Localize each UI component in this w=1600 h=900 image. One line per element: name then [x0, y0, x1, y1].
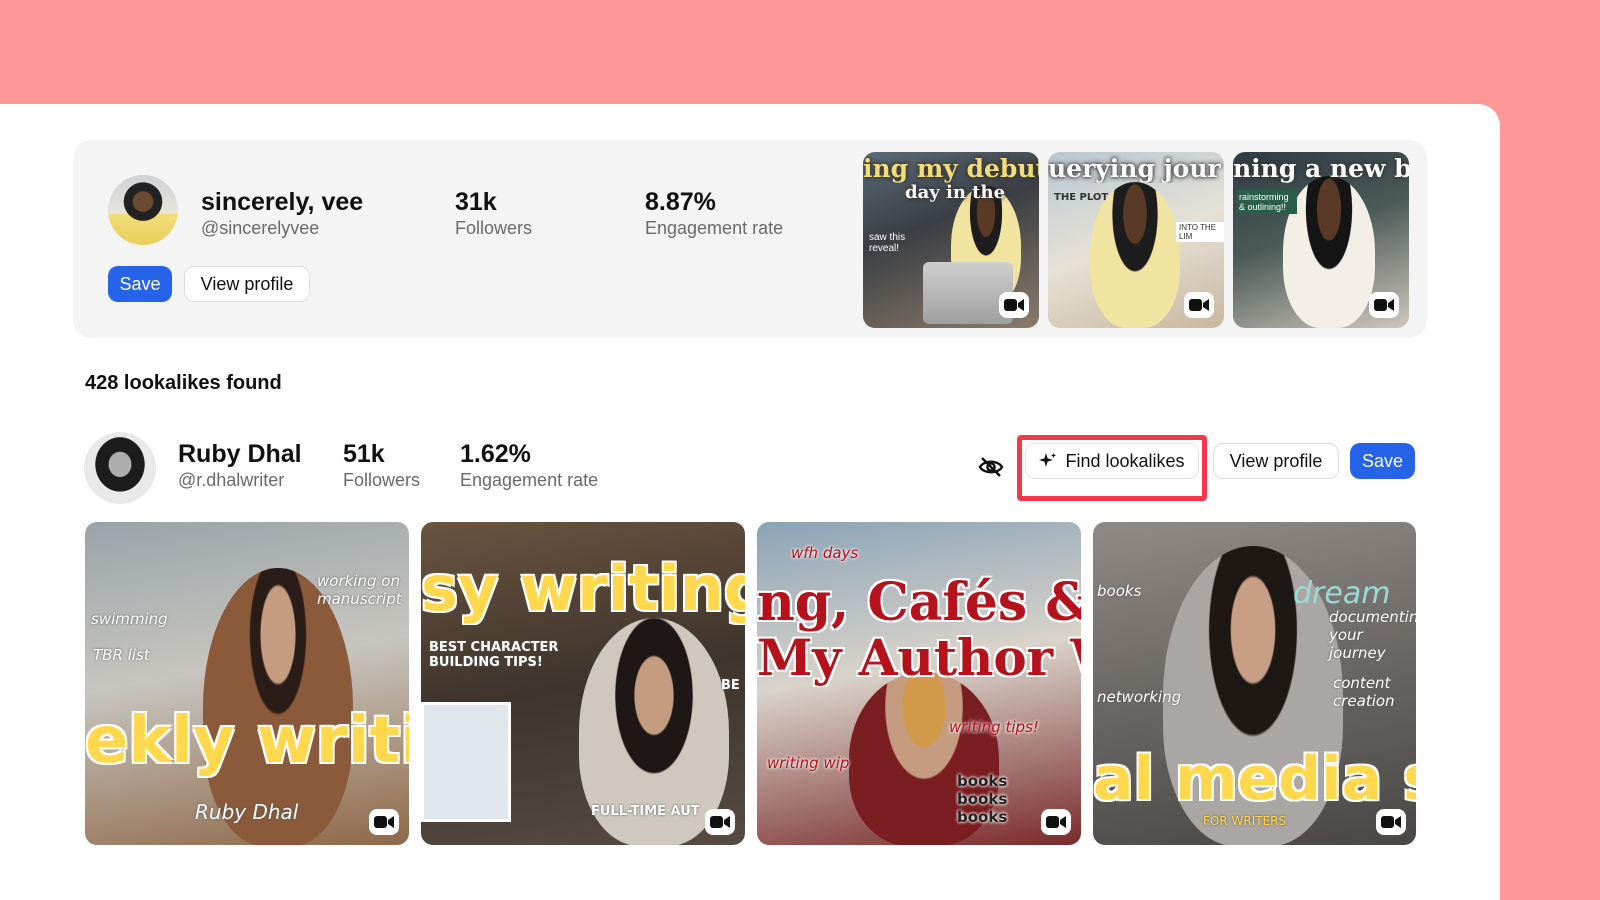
doodle-text: content creation	[1333, 674, 1395, 710]
thumbnail-subcaption: day in the	[905, 182, 1006, 203]
save-button[interactable]: Save	[108, 266, 172, 302]
video-icon	[1184, 292, 1214, 318]
video-icon	[705, 809, 735, 835]
engagement-value: 8.87%	[645, 188, 716, 216]
avatar[interactable]	[84, 432, 156, 504]
thumbnail-overlay-text: saw this reveal!	[869, 232, 906, 254]
doodle-text: FULL-TIME AUT	[591, 804, 700, 819]
doodle-text: Ruby Dhal	[195, 800, 299, 824]
seed-creator-card: sincerely, vee @sincerelyvee 31k Followe…	[73, 140, 1427, 338]
avatar[interactable]	[108, 175, 178, 245]
creator-name: Ruby Dhal	[178, 440, 302, 468]
find-lookalikes-button[interactable]: Find lookalikes	[1025, 443, 1199, 479]
video-icon	[1369, 292, 1399, 318]
post-thumbnail[interactable]: uerying jour THE PLOT INTO THE LIM	[1048, 152, 1224, 328]
engagement-label: Engagement rate	[645, 218, 784, 238]
doodle-text: books books books	[957, 772, 1008, 826]
sparkle-icon	[1039, 453, 1057, 467]
post-thumbnail[interactable]: sy writing vlo BEST CHARACTER BUILDING T…	[421, 522, 745, 845]
find-lookalikes-label: Find lookalikes	[1065, 450, 1185, 471]
followers-value: 31k	[455, 188, 497, 216]
doodle-text: networking	[1097, 688, 1182, 706]
video-icon	[999, 292, 1029, 318]
lookalikes-count: 428 lookalikes found	[85, 372, 282, 394]
doodle-text: swimming	[91, 610, 168, 628]
post-thumbnail[interactable]: ing my debut n day in the saw this revea…	[863, 152, 1039, 328]
post-thumbnail[interactable]: al media secr books dream documenting yo…	[1093, 522, 1416, 845]
engagement-label: Engagement rate	[460, 470, 599, 490]
post-thumbnail[interactable]: ning a new b rainstorming & outlining!!	[1233, 152, 1409, 328]
followers-label: Followers	[343, 470, 421, 490]
thumbnail-subcaption: THE PLOT	[1054, 192, 1109, 203]
doodle-text: dream	[1293, 576, 1391, 611]
doodle-text: BEST CHARACTER BUILDING TIPS!	[429, 640, 559, 670]
thumbnail-overlay-text: INTO THE LIM	[1176, 222, 1224, 242]
post-thumbnail[interactable]: ng, Cafés & Cl My Author Weel wfh days w…	[757, 522, 1081, 845]
doodle-text: wfh days	[791, 544, 859, 562]
thumbnail-caption: ning a new b	[1233, 154, 1409, 183]
creator-name: sincerely, vee	[201, 188, 364, 216]
doodle-text: writing tips!	[949, 718, 1039, 736]
doodle-text: books	[1097, 582, 1142, 600]
thumbnail-subcaption: My Author Weel	[757, 628, 1081, 687]
laptop-image	[421, 702, 511, 822]
doodle-text: working on manuscript	[317, 572, 402, 608]
video-icon	[1041, 809, 1071, 835]
thumbnail-caption: sy writing vlo	[421, 552, 745, 625]
thumbnail-caption: uerying jour	[1048, 154, 1221, 183]
doodle-text: FOR WRITERS	[1203, 814, 1287, 828]
doodle-text: BE	[721, 678, 740, 693]
doodle-text: writing wip	[767, 754, 850, 772]
video-icon	[1376, 809, 1406, 835]
doodle-text: TBR list	[93, 646, 150, 664]
save-button[interactable]: Save	[1350, 443, 1415, 479]
video-icon	[369, 809, 399, 835]
creator-photo	[1090, 182, 1180, 328]
thumbnail-caption: ng, Cafés & Cl	[757, 572, 1081, 633]
thumbnail-caption: ekly writing v	[85, 704, 409, 778]
view-profile-button[interactable]: View profile	[1213, 443, 1339, 479]
laptop-image	[923, 262, 1013, 324]
thumbnail-subcaption: rainstorming & outlining!!	[1237, 190, 1297, 214]
followers-label: Followers	[455, 218, 533, 238]
engagement-value: 1.62%	[460, 440, 531, 468]
thumbnail-caption: ing my debut n	[863, 154, 1039, 183]
creator-handle: @sincerelyvee	[201, 218, 320, 238]
post-thumbnail[interactable]: ekly writing v swimming TBR list working…	[85, 522, 409, 845]
main-panel: sincerely, vee @sincerelyvee 31k Followe…	[0, 104, 1500, 900]
followers-value: 51k	[343, 440, 385, 468]
view-profile-button[interactable]: View profile	[184, 266, 310, 302]
doodle-text: documenting your journey	[1329, 608, 1416, 662]
creator-handle: @r.dhalwriter	[178, 470, 285, 490]
eye-off-icon[interactable]	[978, 456, 1004, 478]
thumbnail-caption: al media secr	[1093, 744, 1416, 814]
